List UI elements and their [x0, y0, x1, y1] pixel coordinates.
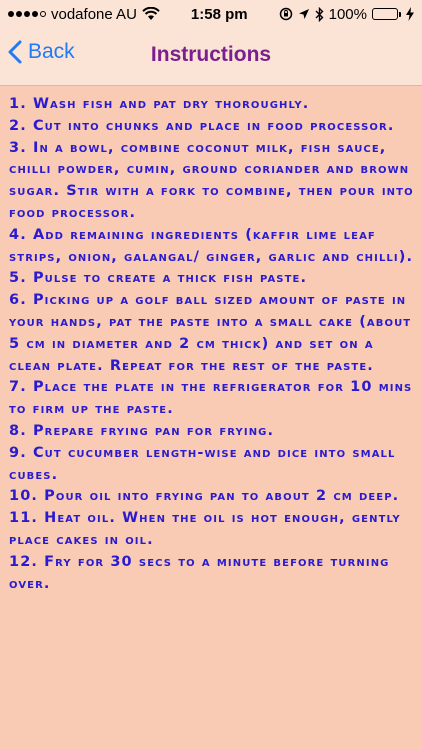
instruction-step: 7. Place the plate in the refrigerator f… — [9, 379, 413, 418]
instruction-step: 1. Wash fish and pat dry thoroughly. — [9, 96, 310, 112]
battery-icon — [371, 8, 401, 20]
signal-icon — [8, 11, 46, 17]
charging-icon — [405, 7, 414, 21]
status-right: 100% — [279, 6, 414, 23]
status-left: vodafone AU — [8, 6, 160, 23]
instruction-step: 2. Cut into chunks and place in food pro… — [9, 117, 395, 134]
location-icon — [298, 8, 309, 19]
instruction-step: 9. Cut cucumber length-wise and dice int… — [9, 444, 396, 483]
instruction-step: 3. In a bowl, combine coconut milk, fish… — [9, 139, 414, 221]
battery-percent: 100% — [328, 5, 367, 23]
bluetooth-icon — [315, 6, 324, 22]
instruction-step: 12. Fry for 30 secs to a minute before t… — [9, 553, 390, 592]
navigation-bar: Back Instructions — [0, 28, 422, 86]
page-title: Instructions — [150, 43, 272, 66]
status-bar: vodafone AU 1:58 pm 100% — [0, 0, 422, 28]
instruction-step: 4. Add remaining ingredients (kaffir lim… — [9, 226, 414, 265]
instruction-step: 10. Pour oil into frying pan to about 2 … — [9, 488, 400, 505]
instruction-step: 6. Picking up a golf ball sized amount o… — [9, 292, 412, 374]
rotation-lock-icon — [279, 7, 292, 21]
instruction-step: 8. Prepare frying pan for frying. — [9, 422, 275, 439]
carrier-label: vodafone AU — [51, 5, 137, 23]
instruction-step: 11. Heat oil. When the oil is hot enough… — [9, 510, 401, 548]
instructions-list[interactable]: 1. Wash fish and pat dry thoroughly. 2. … — [0, 86, 422, 750]
wifi-icon — [142, 7, 160, 20]
instruction-step: 5. Pulse to create a thick fish paste. — [9, 270, 308, 287]
status-time: 1:58 pm — [190, 5, 248, 23]
